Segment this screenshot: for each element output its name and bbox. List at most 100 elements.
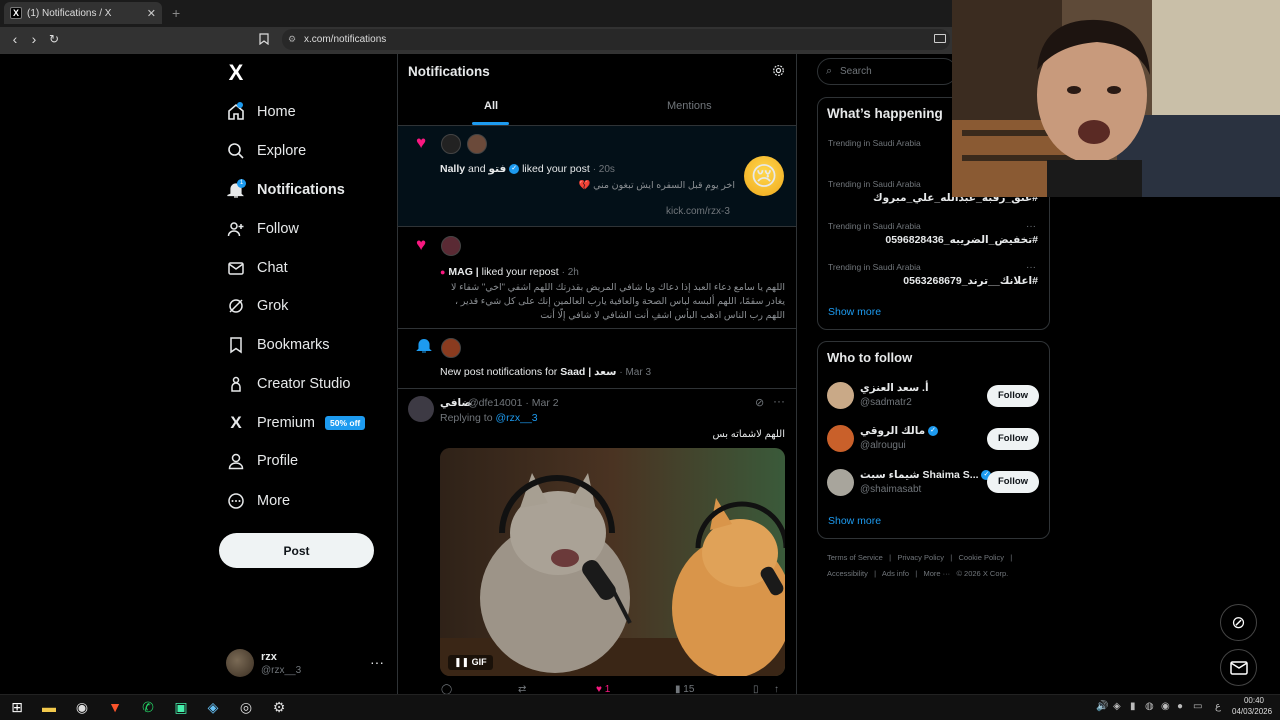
privacy-link[interactable]: Privacy Policy: [897, 553, 944, 562]
network-icon[interactable]: ▭: [1193, 701, 1202, 712]
ads-info-link[interactable]: Ads info: [882, 569, 909, 578]
reader-view-icon[interactable]: [934, 34, 946, 43]
nav-grok[interactable]: Grok: [226, 291, 288, 321]
steam-tray-icon[interactable]: ◈: [1113, 701, 1121, 712]
settings-icon[interactable]: ⚙: [270, 698, 288, 716]
avatar[interactable]: [467, 134, 487, 154]
avatar[interactable]: [408, 396, 434, 422]
replying-to-handle[interactable]: @rzx__3: [495, 412, 537, 424]
app-icon[interactable]: ▣: [172, 698, 190, 716]
windows-start-icon[interactable]: ⊞: [8, 698, 26, 716]
nav-profile[interactable]: Profile: [226, 446, 298, 476]
clock-date[interactable]: 04/03/2026: [1232, 707, 1272, 716]
nav-follow[interactable]: Follow: [226, 214, 299, 244]
notification-item[interactable]: [398, 329, 796, 389]
account-more-icon[interactable]: ···: [370, 654, 384, 670]
trend-more-icon[interactable]: ···: [1026, 221, 1036, 232]
follow-suggestion-handle[interactable]: @sadmatr2: [860, 397, 912, 408]
follow-show-more[interactable]: Show more: [828, 515, 881, 527]
tray-app-icon[interactable]: ●: [1177, 701, 1183, 712]
site-info-icon[interactable]: ⚙: [288, 29, 296, 50]
account-handle[interactable]: @rzx__3: [261, 665, 301, 676]
tray-app-icon[interactable]: ◉: [1161, 701, 1170, 712]
avatar[interactable]: [441, 134, 461, 154]
follow-suggestion-handle[interactable]: @shaimasabt: [860, 484, 921, 495]
gear-icon[interactable]: [772, 64, 785, 80]
mic-icon[interactable]: ▮: [1130, 701, 1136, 712]
more-icon[interactable]: ···: [773, 394, 785, 408]
file-explorer-icon[interactable]: ▬: [40, 698, 58, 716]
close-tab-icon[interactable]: ✕: [147, 7, 156, 20]
gif-badge[interactable]: ❚❚ GIF: [448, 655, 493, 670]
tray-app-icon[interactable]: ◍: [1145, 701, 1154, 712]
nav-bookmarks[interactable]: Bookmarks: [226, 330, 330, 360]
search-input[interactable]: ⌕ Search: [817, 58, 957, 85]
liker-name[interactable]: MAG |: [448, 266, 478, 278]
clock-time[interactable]: 00:40: [1237, 696, 1271, 705]
follow-button[interactable]: Follow: [987, 428, 1039, 450]
more-circle-icon: [226, 491, 246, 511]
grok-icon: [226, 296, 246, 316]
nav-creator-studio[interactable]: Creator Studio: [226, 369, 351, 399]
account-name[interactable]: Saad | سعد: [560, 366, 616, 378]
follow-suggestion-name[interactable]: مالك الروقي ✓: [860, 425, 939, 437]
tweet-author-handle[interactable]: @dfe14001 · Mar 2: [468, 397, 559, 409]
app-icon[interactable]: ◉: [73, 698, 91, 716]
volume-icon[interactable]: 🔊: [1096, 701, 1108, 712]
new-tab-button[interactable]: +: [172, 5, 180, 21]
follow-suggestion-name[interactable]: أ. سعد العنزي: [860, 382, 929, 394]
avatar[interactable]: [827, 425, 854, 452]
tab-all[interactable]: All: [484, 100, 498, 112]
follow-suggestion-handle[interactable]: @alrougui: [860, 440, 906, 451]
trend-item[interactable]: #اعلانك__ترند_0563268679: [828, 275, 1038, 287]
grok-fab-icon[interactable]: ⊘: [1220, 604, 1257, 641]
messages-fab-icon[interactable]: [1220, 649, 1257, 686]
avatar[interactable]: [441, 338, 461, 358]
cookie-link[interactable]: Cookie Policy: [959, 553, 1004, 562]
nav-bookmarks-label: Bookmarks: [257, 337, 330, 353]
nav-home[interactable]: Home: [226, 97, 296, 127]
nav-explore[interactable]: Explore: [226, 136, 306, 166]
home-unread-dot: [237, 102, 243, 108]
back-icon[interactable]: ‹: [7, 31, 23, 47]
pause-icon[interactable]: ❚❚: [454, 657, 469, 667]
account-name[interactable]: rzx: [261, 651, 277, 663]
trends-show-more[interactable]: Show more: [828, 306, 881, 318]
avatar[interactable]: [441, 236, 461, 256]
tab-mentions[interactable]: Mentions: [667, 100, 712, 112]
url-field[interactable]: ⚙ x.com/notifications: [282, 29, 950, 50]
avatar[interactable]: [827, 469, 854, 496]
obs-icon[interactable]: ◎: [237, 698, 255, 716]
browser-tab[interactable]: X (1) Notifications / X ✕: [4, 2, 162, 24]
tweet-gif[interactable]: [440, 448, 785, 676]
forward-icon[interactable]: ›: [26, 31, 42, 47]
accessibility-link[interactable]: Accessibility: [827, 569, 868, 578]
terms-link[interactable]: Terms of Service: [827, 553, 883, 562]
trend-more-icon[interactable]: ···: [1026, 262, 1036, 273]
reload-icon[interactable]: ↻: [46, 32, 62, 46]
tweet-text: اللهم لاشماته بس: [712, 429, 785, 440]
post-button[interactable]: Post: [219, 533, 374, 568]
grok-icon[interactable]: ⊘: [755, 396, 764, 409]
brave-browser-icon[interactable]: ▼: [106, 698, 124, 716]
account-avatar[interactable]: [226, 649, 254, 677]
whatsapp-icon[interactable]: ✆: [139, 698, 157, 716]
post-link[interactable]: kick.com/rzx-3: [666, 206, 730, 217]
language-indicator[interactable]: ع: [1215, 701, 1221, 712]
steam-icon[interactable]: ◈: [204, 698, 222, 716]
follow-suggestion-name[interactable]: شيماء سبت Shaima S... ✓: [860, 469, 992, 481]
x-logo-icon[interactable]: X: [224, 60, 248, 86]
liker-name[interactable]: Nally: [440, 163, 465, 175]
follow-name-text: شيماء سبت Shaima S...: [860, 469, 979, 481]
trend-item[interactable]: #تخفيض_الضريبه_0596828436: [828, 234, 1038, 246]
tweet-author-name[interactable]: ضافي: [440, 397, 472, 409]
nav-more[interactable]: More: [226, 486, 290, 516]
nav-chat[interactable]: Chat: [226, 253, 288, 283]
footer-more-link[interactable]: More ···: [924, 569, 951, 578]
liker-name[interactable]: فتو: [488, 163, 506, 175]
bookmark-page-icon[interactable]: [256, 33, 272, 48]
avatar[interactable]: [827, 382, 854, 409]
nav-premium[interactable]: X Premium 50% off: [226, 408, 366, 438]
follow-button[interactable]: Follow: [987, 471, 1039, 493]
follow-button[interactable]: Follow: [987, 385, 1039, 407]
